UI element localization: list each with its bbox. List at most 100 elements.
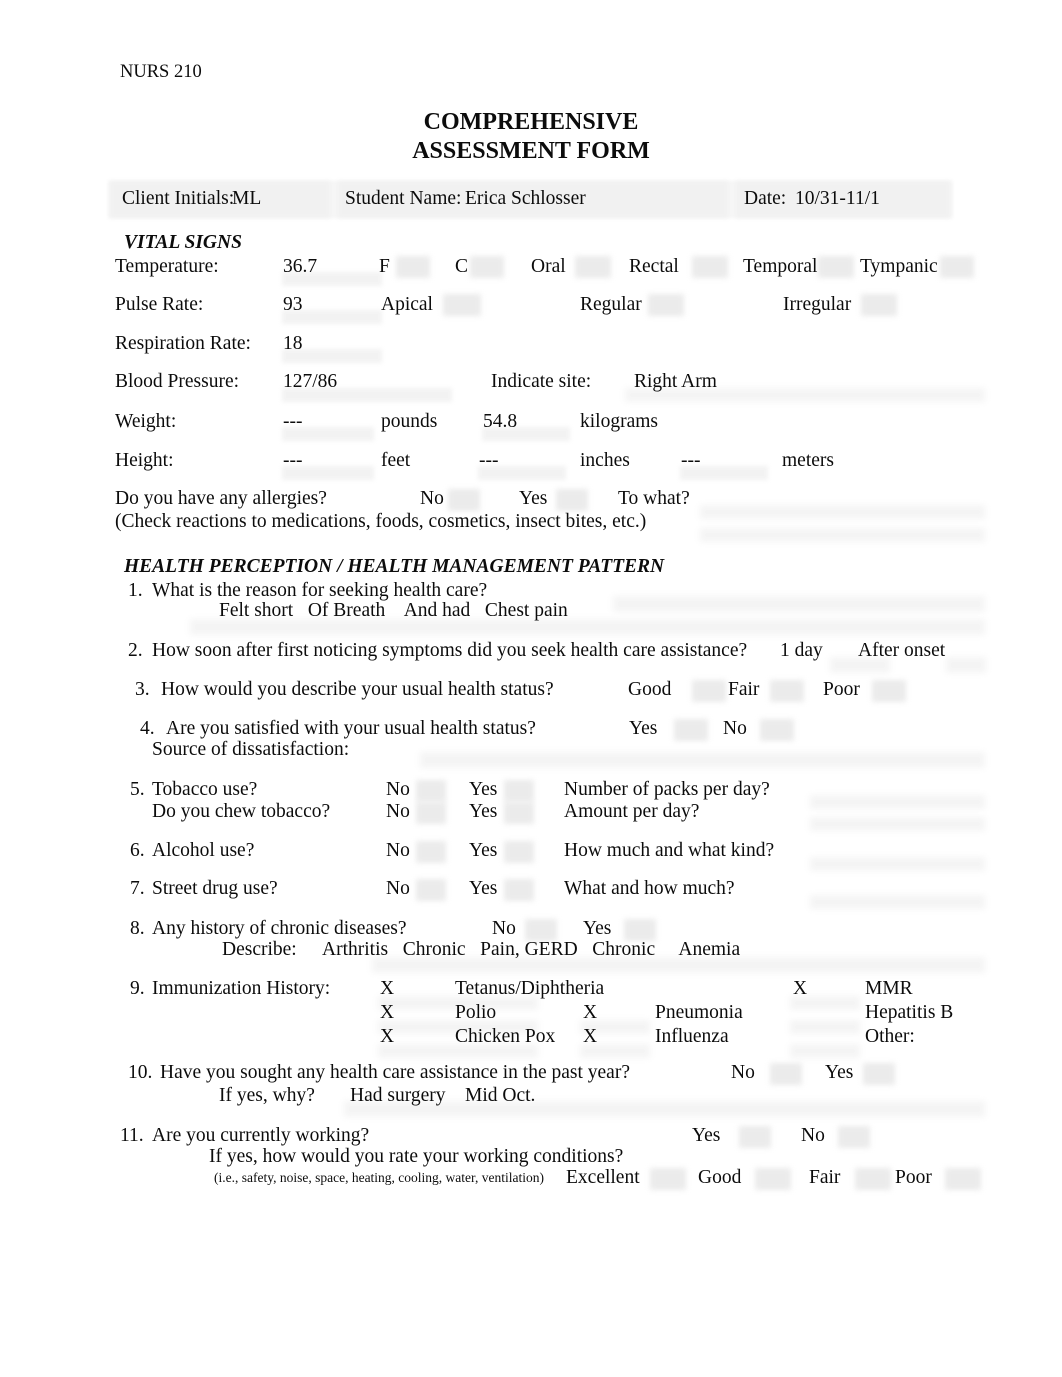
q10-why-value[interactable]: Had surgery Mid Oct. — [350, 1086, 535, 1106]
allergies-towhat-blank[interactable] — [700, 505, 985, 519]
q11-yes[interactable]: Yes — [692, 1126, 720, 1146]
q10-no[interactable]: No — [731, 1063, 755, 1083]
q9-row3-mark2[interactable]: X — [583, 1027, 597, 1047]
temperature-option-oral[interactable]: Oral — [531, 257, 566, 277]
temperature-f-checkbox[interactable] — [396, 256, 430, 278]
blood-pressure-value[interactable]: 127/86 — [283, 372, 337, 392]
q10-yes[interactable]: Yes — [825, 1063, 853, 1083]
allergies-option-yes[interactable]: Yes — [519, 489, 547, 509]
q11-excellent-checkbox[interactable] — [650, 1168, 686, 1190]
q2-answer-b[interactable]: After onset — [858, 641, 945, 661]
client-initials-value[interactable]: ML — [232, 189, 261, 209]
q5-yes[interactable]: Yes — [469, 780, 497, 800]
temperature-option-c[interactable]: C — [455, 257, 468, 277]
q10-yes-checkbox[interactable] — [863, 1063, 895, 1085]
q11-fair-checkbox[interactable] — [855, 1168, 891, 1190]
temperature-rectal-checkbox[interactable] — [692, 256, 728, 278]
temperature-value[interactable]: 36.7 — [283, 257, 317, 277]
q7-yes[interactable]: Yes — [469, 879, 497, 899]
q8-no-checkbox[interactable] — [525, 919, 557, 941]
q9-row1-mark1[interactable]: X — [380, 979, 394, 999]
temperature-option-f[interactable]: F — [379, 257, 390, 277]
q11-poor-checkbox[interactable] — [945, 1168, 981, 1190]
q5-no[interactable]: No — [386, 780, 410, 800]
q5-tobacco-yes-checkbox[interactable] — [504, 780, 534, 802]
q11-option-fair[interactable]: Fair — [809, 1168, 840, 1188]
q1-answer-blank-bottom[interactable] — [190, 619, 985, 635]
pulse-value[interactable]: 93 — [283, 295, 303, 315]
q8-yes-checkbox[interactable] — [624, 919, 656, 941]
q9-row3-blank-c[interactable] — [790, 1044, 860, 1058]
q11-yes-checkbox[interactable] — [739, 1126, 771, 1148]
q1-answer-blank-top[interactable] — [613, 596, 985, 612]
q4-no-checkbox[interactable] — [760, 719, 794, 741]
q8-yes[interactable]: Yes — [583, 919, 611, 939]
student-name-value[interactable]: Erica Schlosser — [465, 189, 586, 209]
pulse-apical-checkbox[interactable] — [443, 294, 481, 316]
height-feet-value[interactable]: --- — [283, 451, 302, 471]
q5-tobacco-no-checkbox[interactable] — [416, 780, 446, 802]
pulse-irregular-checkbox[interactable] — [861, 294, 897, 316]
date-value[interactable]: 10/31-11/1 — [795, 189, 880, 209]
q7-yes-checkbox[interactable] — [504, 879, 534, 901]
q3-option-good[interactable]: Good — [628, 680, 671, 700]
temperature-oral-checkbox[interactable] — [575, 256, 611, 278]
q6-yes-checkbox[interactable] — [504, 841, 534, 863]
allergies-no-checkbox[interactable] — [448, 489, 480, 511]
q7-no[interactable]: No — [386, 879, 410, 899]
q6-no-checkbox[interactable] — [416, 841, 446, 863]
q9-row2-blank-c[interactable] — [790, 1020, 860, 1034]
q4-option-yes[interactable]: Yes — [629, 719, 657, 739]
q11-no[interactable]: No — [801, 1126, 825, 1146]
q11-option-poor[interactable]: Poor — [895, 1168, 932, 1188]
q2-answer-b-blank[interactable] — [946, 657, 986, 673]
q8-describe-value[interactable]: Arthritis Chronic Pain, GERD Chronic Ane… — [322, 940, 740, 960]
q5-amount-blank[interactable] — [810, 817, 985, 831]
q7-answer-blank[interactable] — [810, 895, 985, 909]
height-meters-value[interactable]: --- — [681, 451, 700, 471]
q11-no-checkbox[interactable] — [838, 1126, 870, 1148]
pulse-option-regular[interactable]: Regular — [580, 295, 642, 315]
q5-chew-no-checkbox[interactable] — [416, 802, 446, 824]
allergies-option-no[interactable]: No — [420, 489, 444, 509]
respiration-value[interactable]: 18 — [283, 334, 303, 354]
q9-row3-mark1[interactable]: X — [380, 1027, 394, 1047]
q6-yes[interactable]: Yes — [469, 841, 497, 861]
weight-pounds-value[interactable]: --- — [283, 412, 302, 432]
q5-chew-yes-checkbox[interactable] — [504, 802, 534, 824]
temperature-option-tympanic[interactable]: Tympanic — [860, 257, 938, 277]
q5-packs-blank[interactable] — [810, 795, 985, 809]
q4-yes-checkbox[interactable] — [674, 719, 708, 741]
allergies-towhat-blank-2[interactable] — [700, 528, 985, 542]
q9-row1-mark3[interactable]: X — [793, 979, 807, 999]
q8-no[interactable]: No — [492, 919, 516, 939]
weight-kilograms-value[interactable]: 54.8 — [483, 412, 517, 432]
q3-fair-checkbox[interactable] — [770, 680, 804, 702]
q9-row2-mark1[interactable]: X — [380, 1003, 394, 1023]
q2-answer-a[interactable]: 1 day — [780, 641, 823, 661]
pulse-option-irregular[interactable]: Irregular — [783, 295, 851, 315]
q3-poor-checkbox[interactable] — [872, 680, 906, 702]
temperature-option-rectal[interactable]: Rectal — [629, 257, 679, 277]
q9-row2-mark2[interactable]: X — [583, 1003, 597, 1023]
allergies-yes-checkbox[interactable] — [556, 489, 588, 511]
temperature-tympanic-checkbox[interactable] — [940, 256, 974, 278]
q5-no-b[interactable]: No — [386, 802, 410, 822]
q7-no-checkbox[interactable] — [416, 879, 446, 901]
q11-option-good[interactable]: Good — [698, 1168, 741, 1188]
q3-option-fair[interactable]: Fair — [728, 680, 759, 700]
q10-no-checkbox[interactable] — [770, 1063, 802, 1085]
q11-option-excellent[interactable]: Excellent — [566, 1168, 640, 1188]
q3-option-poor[interactable]: Poor — [823, 680, 860, 700]
q5-yes-b[interactable]: Yes — [469, 802, 497, 822]
temperature-temporal-checkbox[interactable] — [818, 256, 854, 278]
q1-answer[interactable]: Felt short Of Breath And had Chest pain — [219, 601, 568, 621]
pulse-regular-checkbox[interactable] — [648, 294, 684, 316]
q4-option-no[interactable]: No — [723, 719, 747, 739]
blood-pressure-site-value[interactable]: Right Arm — [634, 372, 717, 392]
q6-no[interactable]: No — [386, 841, 410, 861]
pulse-option-apical[interactable]: Apical — [381, 295, 433, 315]
temperature-option-temporal[interactable]: Temporal — [743, 257, 817, 277]
q11-good-checkbox[interactable] — [755, 1168, 791, 1190]
temperature-c-checkbox[interactable] — [470, 256, 504, 278]
